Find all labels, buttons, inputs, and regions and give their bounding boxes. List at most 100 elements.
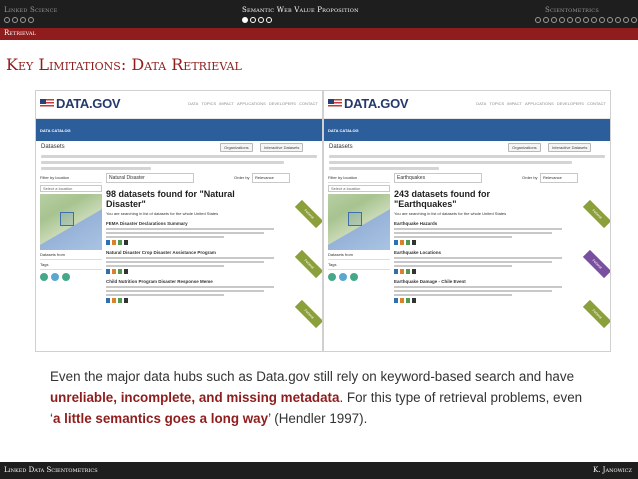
tag-chip[interactable] xyxy=(328,273,336,281)
site-nav-item[interactable]: TOPICS xyxy=(201,101,216,106)
format-badge[interactable] xyxy=(106,298,110,303)
location-select[interactable]: Select a location xyxy=(328,185,390,192)
nav-section-semantic-web[interactable]: Semantic Web Value Proposition xyxy=(242,6,359,14)
interactive-datasets-button[interactable]: Interactive Datasets xyxy=(548,143,592,152)
tag-chip[interactable] xyxy=(51,273,59,281)
site-nav-item[interactable]: IMPACT xyxy=(507,101,522,106)
format-badge[interactable] xyxy=(412,269,416,274)
format-badge[interactable] xyxy=(406,298,410,303)
format-badge[interactable] xyxy=(124,240,128,245)
format-badge[interactable] xyxy=(406,240,410,245)
format-badge[interactable] xyxy=(394,269,398,274)
nav-dot[interactable] xyxy=(591,17,597,23)
format-badge[interactable] xyxy=(112,269,116,274)
format-badge[interactable] xyxy=(394,298,398,303)
nav-dot[interactable] xyxy=(543,17,549,23)
format-badge[interactable] xyxy=(400,298,404,303)
nav-dots-scientometrics[interactable] xyxy=(535,17,638,23)
site-nav-item[interactable]: DEVELOPERS xyxy=(269,101,296,106)
tag-chip[interactable] xyxy=(339,273,347,281)
nav-dot[interactable] xyxy=(623,17,629,23)
tag-chip[interactable] xyxy=(62,273,70,281)
format-badge[interactable] xyxy=(112,298,116,303)
site-nav-item[interactable]: TOPICS xyxy=(489,101,504,106)
nav-dots-linked-science[interactable] xyxy=(4,17,34,23)
format-badge[interactable] xyxy=(106,240,110,245)
organizations-button[interactable]: Organizations xyxy=(220,143,253,152)
breadcrumb-datasets[interactable]: Datasets xyxy=(329,144,353,150)
nav-dot[interactable] xyxy=(12,17,18,23)
nav-dot[interactable] xyxy=(242,17,248,23)
result-item[interactable]: Earthquake Damage - Chile Event xyxy=(394,279,562,303)
nav-dot[interactable] xyxy=(583,17,589,23)
search-input[interactable]: Natural Disaster xyxy=(106,173,194,183)
site-nav-item[interactable]: APPLICATIONS xyxy=(237,101,266,106)
nav-dot[interactable] xyxy=(615,17,621,23)
nav-dot[interactable] xyxy=(551,17,557,23)
location-map[interactable] xyxy=(328,194,390,250)
site-nav-item[interactable]: DATA xyxy=(188,101,198,106)
nav-dot[interactable] xyxy=(599,17,605,23)
nav-dot[interactable] xyxy=(4,17,10,23)
result-title[interactable]: Earthquake Locations xyxy=(394,250,562,255)
format-badge[interactable] xyxy=(106,269,110,274)
tag-chip[interactable] xyxy=(40,273,48,281)
nav-dot[interactable] xyxy=(250,17,256,23)
nav-dot[interactable] xyxy=(607,17,613,23)
format-badge[interactable] xyxy=(406,269,410,274)
format-badge[interactable] xyxy=(394,240,398,245)
interactive-datasets-button[interactable]: Interactive Datasets xyxy=(260,143,304,152)
location-map[interactable] xyxy=(40,194,102,250)
nav-dot[interactable] xyxy=(258,17,264,23)
format-badge[interactable] xyxy=(112,240,116,245)
site-nav-item[interactable]: CONTACT xyxy=(587,101,606,106)
nav-dot[interactable] xyxy=(535,17,541,23)
nav-dot[interactable] xyxy=(266,17,272,23)
site-nav-item[interactable]: CONTACT xyxy=(299,101,318,106)
location-select[interactable]: Select a location xyxy=(40,185,102,192)
breadcrumb: Datasets Organizations Interactive Dataset… xyxy=(36,141,322,155)
result-item[interactable]: Earthquake Locations xyxy=(394,250,562,274)
nav-dot[interactable] xyxy=(20,17,26,23)
nav-dot[interactable] xyxy=(28,17,34,23)
result-text-line xyxy=(106,286,274,288)
organizations-button[interactable]: Organizations xyxy=(508,143,541,152)
results-main: Natural Disaster Order by Relevance 98 data… xyxy=(106,173,316,303)
nav-dot[interactable] xyxy=(567,17,573,23)
format-badge[interactable] xyxy=(412,240,416,245)
site-logo[interactable]: DATA.GOV xyxy=(56,96,121,111)
format-badge[interactable] xyxy=(124,269,128,274)
format-badge[interactable] xyxy=(400,240,404,245)
format-badge[interactable] xyxy=(124,298,128,303)
nav-dot[interactable] xyxy=(559,17,565,23)
nav-dot[interactable] xyxy=(575,17,581,23)
result-title[interactable]: Child Nutrition Program Disaster Respons… xyxy=(106,279,274,284)
format-badge[interactable] xyxy=(118,240,122,245)
search-input[interactable]: Earthquakes xyxy=(394,173,482,183)
result-item[interactable]: Earthquake Hazards xyxy=(394,221,562,245)
result-title[interactable]: Earthquake Damage - Chile Event xyxy=(394,279,562,284)
result-title[interactable]: FEMA Disaster Declarations Summary xyxy=(106,221,274,226)
format-badge[interactable] xyxy=(118,269,122,274)
site-nav-item[interactable]: IMPACT xyxy=(219,101,234,106)
format-badge[interactable] xyxy=(118,298,122,303)
site-nav-item[interactable]: DATA xyxy=(476,101,486,106)
format-badge[interactable] xyxy=(412,298,416,303)
nav-dot[interactable] xyxy=(631,17,637,23)
result-item[interactable]: Child Nutrition Program Disaster Respons… xyxy=(106,279,274,303)
tag-chip[interactable] xyxy=(350,273,358,281)
site-logo[interactable]: DATA.GOV xyxy=(344,96,409,111)
sort-select[interactable]: Relevance xyxy=(540,173,578,183)
nav-dots-semantic-web[interactable] xyxy=(242,17,272,23)
result-title[interactable]: Natural Disaster Crop Disaster Assistanc… xyxy=(106,250,274,255)
breadcrumb-datasets[interactable]: Datasets xyxy=(41,144,65,150)
sort-select[interactable]: Relevance xyxy=(252,173,290,183)
result-item[interactable]: FEMA Disaster Declarations Summary xyxy=(106,221,274,245)
format-badge[interactable] xyxy=(400,269,404,274)
result-title[interactable]: Earthquake Hazards xyxy=(394,221,562,226)
result-item[interactable]: Natural Disaster Crop Disaster Assistanc… xyxy=(106,250,274,274)
site-nav-item[interactable]: DEVELOPERS xyxy=(557,101,584,106)
nav-section-linked-science[interactable]: Linked Science xyxy=(4,6,58,14)
nav-section-scientometrics[interactable]: Scientometrics xyxy=(545,6,599,14)
site-nav-item[interactable]: APPLICATIONS xyxy=(525,101,554,106)
